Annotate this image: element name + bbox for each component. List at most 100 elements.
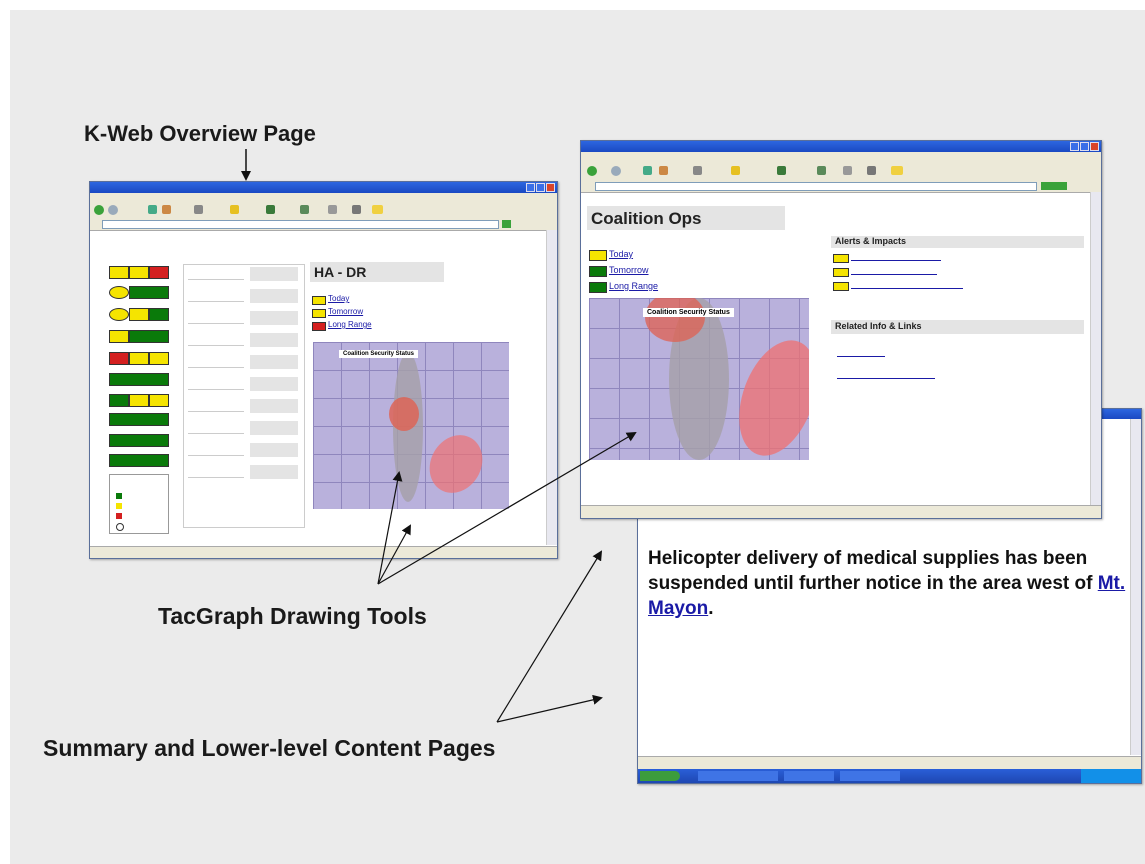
folder-icon[interactable] — [372, 205, 383, 214]
nav-button[interactable] — [250, 443, 298, 457]
go-icon[interactable] — [502, 220, 511, 228]
long-range-link[interactable]: Long Range — [328, 320, 372, 329]
search-icon[interactable] — [194, 205, 203, 214]
alert-item[interactable] — [833, 282, 973, 291]
today-link[interactable]: Today — [609, 249, 633, 259]
nav-row[interactable] — [188, 423, 244, 434]
alert-item[interactable] — [833, 268, 953, 277]
label-kweb-overview: K-Web Overview Page — [84, 121, 316, 146]
address-input[interactable] — [102, 220, 499, 229]
coalition-map[interactable]: Coalition Security Status — [589, 298, 809, 460]
nav-row[interactable] — [188, 357, 244, 368]
maximize-button[interactable] — [536, 183, 545, 192]
status-legend — [109, 474, 169, 534]
coalition-toolbar — [581, 161, 1101, 182]
status-row — [109, 352, 169, 365]
nav-button[interactable] — [250, 267, 298, 281]
overview-link-list: Today Tomorrow Long Range — [312, 294, 452, 340]
alerts-heading-bar: Alerts & Impacts — [831, 236, 1084, 248]
nav-row[interactable] — [188, 379, 244, 390]
home-icon[interactable] — [162, 205, 171, 214]
nav-button[interactable] — [250, 355, 298, 369]
favorites-icon[interactable] — [731, 166, 740, 175]
home-icon[interactable] — [659, 166, 668, 175]
nav-row[interactable] — [188, 313, 244, 324]
nav-row[interactable] — [188, 269, 244, 280]
print-icon[interactable] — [867, 166, 876, 175]
overview-titlebar — [90, 182, 557, 193]
media-icon[interactable] — [266, 205, 275, 214]
minimize-button[interactable] — [526, 183, 535, 192]
coalition-scrollbar[interactable] — [1090, 192, 1101, 506]
coalition-window: Coalition Ops Today Tomorrow Long Range … — [580, 140, 1102, 519]
nav-button[interactable] — [250, 465, 298, 479]
close-button[interactable] — [1090, 142, 1099, 151]
threat-area — [389, 397, 419, 431]
nav-row[interactable] — [188, 335, 244, 346]
back-icon[interactable] — [94, 205, 104, 215]
favorites-icon[interactable] — [230, 205, 239, 214]
taskbar-item-3[interactable] — [840, 771, 900, 781]
label-tacgraph-tools: TacGraph Drawing Tools — [158, 603, 427, 629]
nav-row[interactable] — [188, 467, 244, 478]
nav-row[interactable] — [188, 445, 244, 456]
related-link-1[interactable] — [837, 356, 885, 357]
alert-item[interactable] — [833, 254, 953, 263]
history-icon[interactable] — [300, 205, 309, 214]
summary-message-text: Helicopter delivery of medical supplies … — [648, 548, 1093, 594]
refresh-icon[interactable] — [643, 166, 652, 175]
status-row — [109, 394, 169, 407]
forward-icon[interactable] — [611, 166, 621, 176]
minimize-button[interactable] — [1070, 142, 1079, 151]
overview-content: HA - DR Today Tomorrow Long Range Coalit… — [100, 244, 540, 536]
related-heading: Related Info & Links — [835, 321, 922, 331]
print-icon[interactable] — [352, 205, 361, 214]
tomorrow-link[interactable]: Tomorrow — [609, 265, 649, 275]
alerts-heading: Alerts & Impacts — [835, 236, 907, 246]
close-button[interactable] — [546, 183, 555, 192]
go-icon[interactable] — [1041, 182, 1067, 190]
overview-address-bar — [90, 219, 557, 231]
nav-button[interactable] — [250, 311, 298, 325]
maximize-button[interactable] — [1080, 142, 1089, 151]
search-icon[interactable] — [693, 166, 702, 175]
nav-button[interactable] — [250, 333, 298, 347]
summary-message: Helicopter delivery of medical supplies … — [648, 546, 1126, 621]
forward-icon[interactable] — [108, 205, 118, 215]
status-row — [109, 413, 169, 426]
alerts-list — [833, 254, 983, 294]
address-input[interactable] — [595, 182, 1037, 191]
nav-button[interactable] — [250, 399, 298, 413]
overview-window: HA - DR Today Tomorrow Long Range Coalit… — [89, 181, 558, 559]
taskbar-item-1[interactable] — [698, 771, 778, 781]
nav-button[interactable] — [250, 421, 298, 435]
back-icon[interactable] — [587, 166, 597, 176]
coalition-content: Coalition Ops Today Tomorrow Long Range … — [581, 192, 1089, 504]
summary-scrollbar[interactable] — [1130, 419, 1141, 755]
mail-icon[interactable] — [843, 166, 852, 175]
today-link[interactable]: Today — [328, 294, 349, 303]
nav-button[interactable] — [250, 289, 298, 303]
summary-taskbar — [638, 769, 1141, 783]
refresh-icon[interactable] — [148, 205, 157, 214]
start-button[interactable] — [640, 771, 680, 781]
nav-row[interactable] — [188, 291, 244, 302]
taskbar-item-2[interactable] — [784, 771, 834, 781]
status-row — [109, 373, 169, 386]
overview-toolbar — [90, 201, 557, 220]
long-range-link[interactable]: Long Range — [609, 281, 658, 291]
coalition-statusbar — [581, 505, 1101, 518]
status-row — [109, 454, 169, 467]
overview-scrollbar[interactable] — [546, 230, 557, 545]
related-link-2[interactable] — [837, 378, 935, 379]
folder-icon[interactable] — [891, 166, 903, 175]
status-row — [109, 330, 169, 343]
mail-icon[interactable] — [328, 205, 337, 214]
nav-button[interactable] — [250, 377, 298, 391]
nav-table — [183, 264, 305, 528]
tomorrow-link[interactable]: Tomorrow — [328, 307, 363, 316]
history-icon[interactable] — [817, 166, 826, 175]
overview-map[interactable]: Coalition Security Status — [313, 342, 509, 509]
media-icon[interactable] — [777, 166, 786, 175]
nav-row[interactable] — [188, 401, 244, 412]
